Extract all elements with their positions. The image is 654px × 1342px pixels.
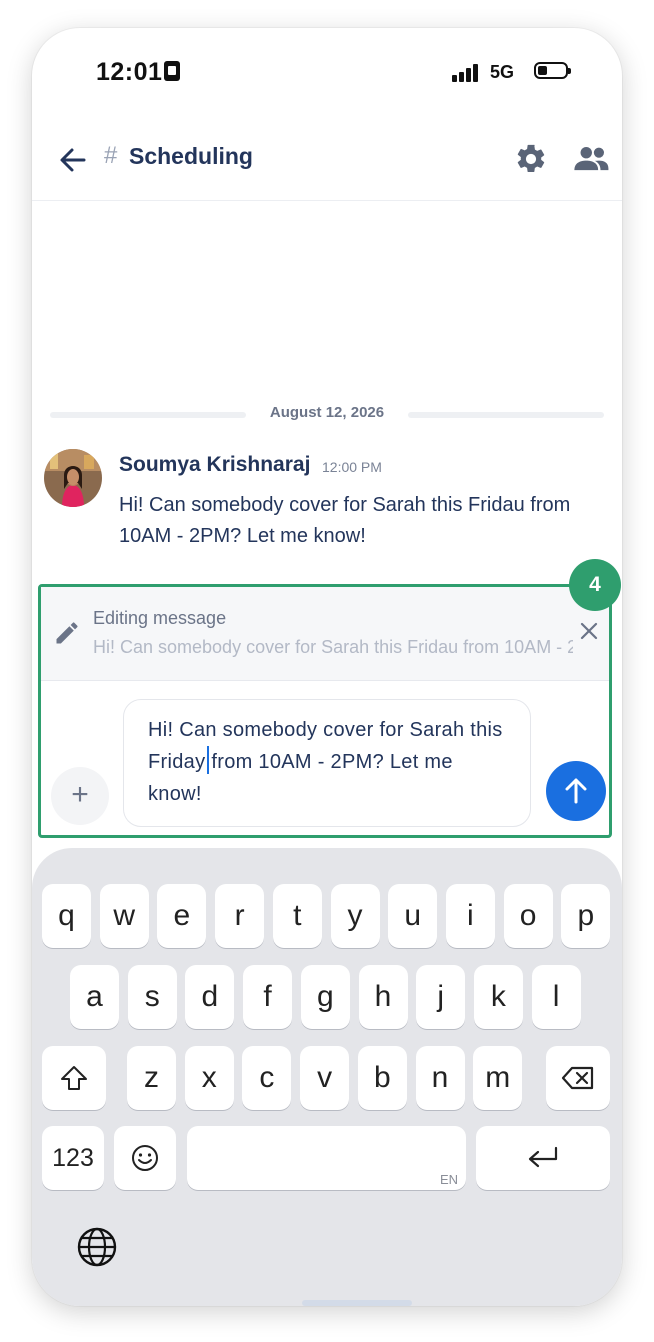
send-button[interactable]: [546, 761, 606, 821]
channel-title: Scheduling: [129, 143, 253, 169]
key-f[interactable]: f: [243, 965, 293, 1029]
text-cursor: [207, 746, 210, 774]
editing-preview: Hi! Can somebody cover for Sarah this Fr…: [93, 637, 573, 657]
space-key[interactable]: EN: [187, 1126, 466, 1190]
key-e[interactable]: e: [157, 884, 207, 948]
home-indicator: [302, 1300, 412, 1306]
key-l[interactable]: l: [531, 965, 581, 1029]
key-h[interactable]: h: [358, 965, 408, 1029]
channel-header: # Scheduling: [32, 128, 622, 201]
key-u[interactable]: u: [388, 884, 438, 948]
status-time: 12:01: [96, 58, 163, 86]
avatar[interactable]: [44, 449, 102, 507]
key-x[interactable]: x: [184, 1046, 234, 1110]
key-q[interactable]: q: [42, 884, 91, 948]
backspace-key[interactable]: [546, 1046, 610, 1110]
key-r[interactable]: r: [215, 884, 265, 948]
shift-icon: [61, 1066, 87, 1090]
editing-title: Editing message: [93, 608, 227, 628]
key-j[interactable]: j: [416, 965, 466, 1029]
key-w[interactable]: w: [99, 884, 149, 948]
members-icon[interactable]: [572, 144, 610, 174]
key-g[interactable]: g: [300, 965, 350, 1029]
channel-hash-icon: #: [104, 142, 118, 169]
key-c[interactable]: c: [242, 1046, 292, 1110]
step-badge: 4: [569, 559, 621, 611]
emoji-icon: [132, 1145, 158, 1171]
key-y[interactable]: y: [330, 884, 380, 948]
on-screen-keyboard: qwertyuiop asdfghjkl zxcvbnm 123 EN: [32, 848, 622, 1306]
back-arrow-icon[interactable]: [58, 145, 88, 175]
message-input[interactable]: Hi! Can somebody cover for Sarah this Fr…: [123, 699, 531, 827]
battery-icon: [534, 62, 571, 79]
return-key[interactable]: [476, 1126, 610, 1190]
key-s[interactable]: s: [127, 965, 177, 1029]
key-t[interactable]: t: [272, 884, 322, 948]
message-input-text[interactable]: Hi! Can somebody cover for Sarah this Fr…: [148, 714, 508, 810]
key-n[interactable]: n: [415, 1046, 465, 1110]
globe-icon[interactable]: [76, 1226, 118, 1268]
key-d[interactable]: d: [185, 965, 235, 1029]
editing-banner: Editing message Hi! Can somebody cover f…: [41, 587, 609, 681]
backspace-icon: [561, 1066, 594, 1090]
emoji-key[interactable]: [114, 1126, 176, 1190]
key-m[interactable]: m: [473, 1046, 523, 1110]
key-i[interactable]: i: [445, 884, 495, 948]
shift-key[interactable]: [42, 1046, 106, 1110]
key-a[interactable]: a: [70, 965, 119, 1029]
return-icon: [528, 1146, 558, 1168]
network-label: 5G: [490, 62, 515, 82]
key-b[interactable]: b: [357, 1046, 407, 1110]
key-z[interactable]: z: [127, 1046, 176, 1110]
date-label: August 12, 2026: [269, 404, 385, 421]
message-author: Soumya Krishnaraj: [119, 453, 311, 476]
message-text: Hi! Can somebody cover for Sarah this Fr…: [119, 494, 571, 547]
plus-icon: +: [71, 778, 89, 811]
signal-icon: [452, 64, 482, 82]
edit-message-panel: Editing message Hi! Can somebody cover f…: [38, 559, 621, 838]
arrow-up-icon: [565, 778, 587, 804]
gear-icon[interactable]: [514, 142, 548, 176]
space-language-label: EN: [439, 1172, 458, 1187]
close-icon[interactable]: [577, 619, 601, 643]
message-timestamp: 12:00 PM: [322, 459, 382, 475]
sim-card-icon: [164, 61, 180, 81]
key-p[interactable]: p: [561, 884, 611, 948]
phone-frame: 12:01 5G # Scheduling August 12, 2026 So…: [32, 28, 622, 1306]
numbers-key[interactable]: 123: [42, 1126, 104, 1190]
key-k[interactable]: k: [473, 965, 523, 1029]
key-v[interactable]: v: [300, 1046, 350, 1110]
date-separator: August 12, 2026: [50, 402, 604, 426]
add-attachment-button[interactable]: +: [51, 767, 109, 825]
key-o[interactable]: o: [503, 884, 553, 948]
pencil-icon: [56, 622, 78, 644]
